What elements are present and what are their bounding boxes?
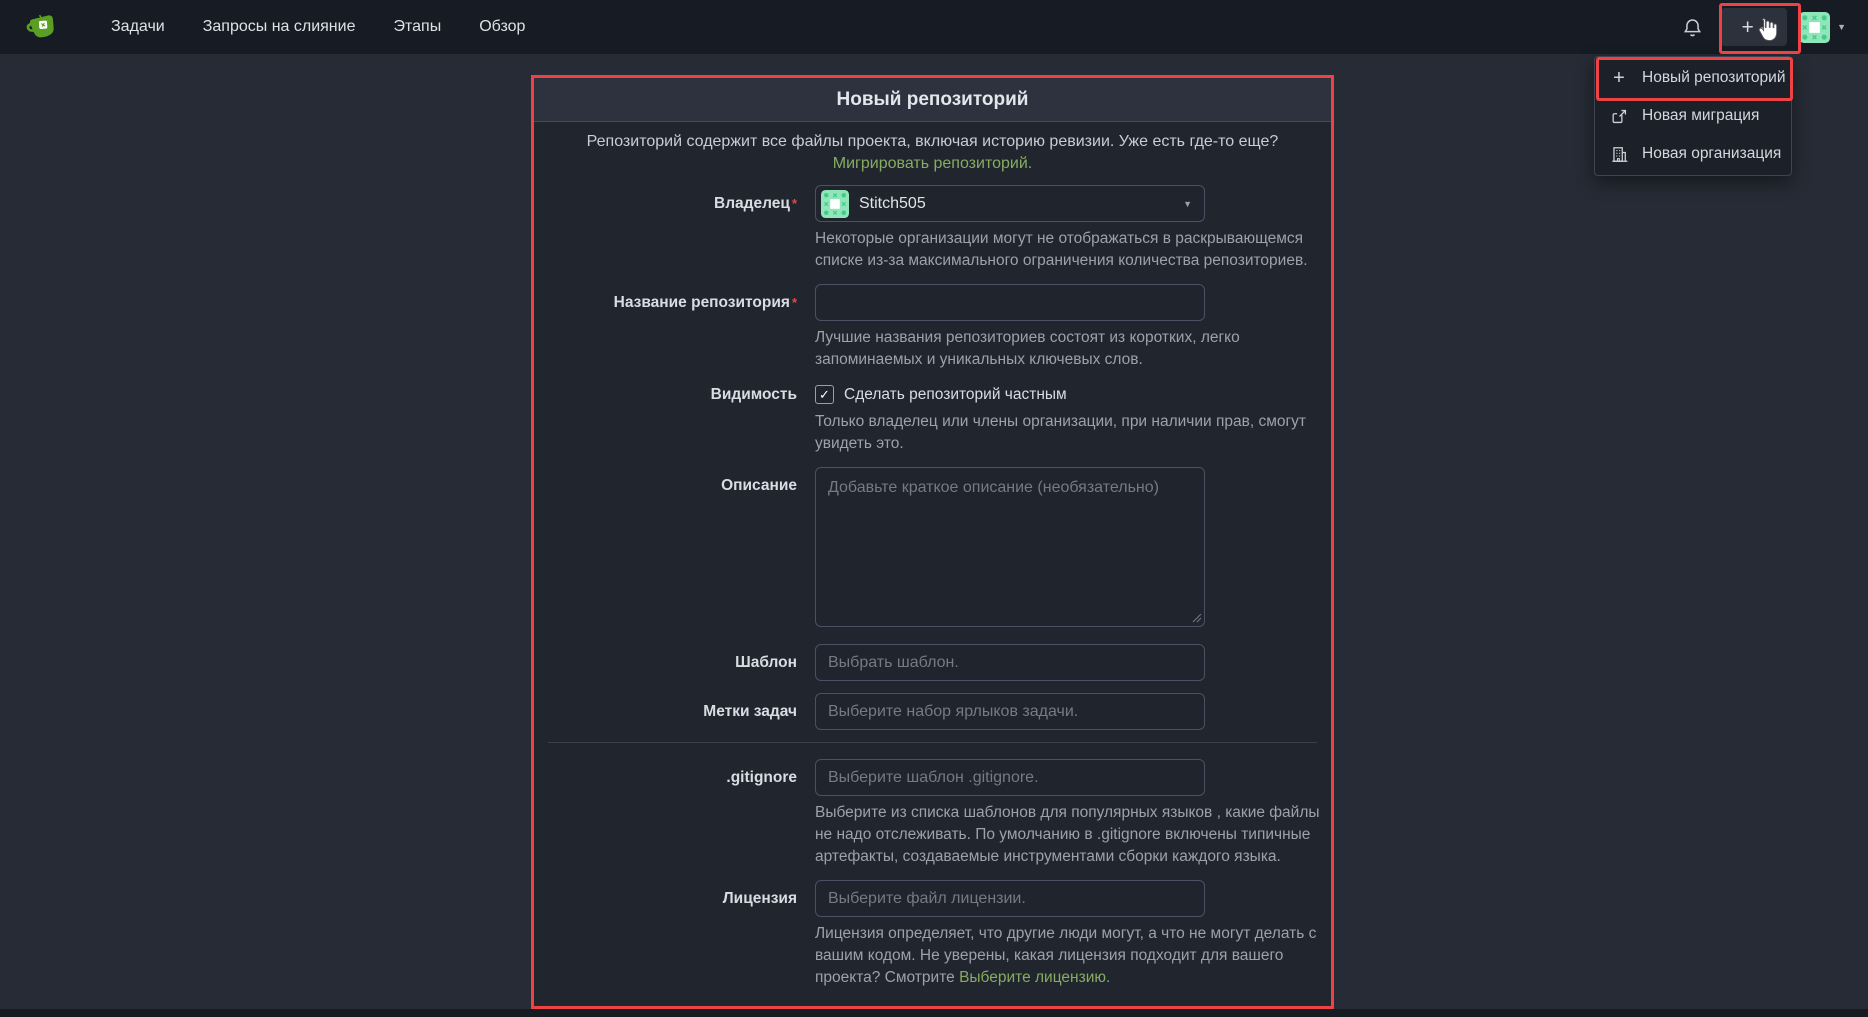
- nav-item-pull-requests[interactable]: Запросы на слияние: [184, 0, 375, 54]
- owner-select[interactable]: Stitch505 ▼: [815, 185, 1205, 222]
- section-divider: [548, 742, 1317, 743]
- owner-avatar: [821, 190, 849, 218]
- owner-help: Некоторые организации могут не отображат…: [815, 228, 1323, 272]
- form-row-license: Лицензия Лицензия определяет, что другие…: [534, 880, 1331, 989]
- chevron-down-icon: ▼: [1183, 199, 1192, 209]
- gitignore-help: Выберите из списка шаблонов для популярн…: [815, 802, 1323, 868]
- description-label: Описание: [534, 467, 815, 632]
- create-new-button[interactable]: + ▼: [1721, 8, 1787, 46]
- gitignore-input[interactable]: [815, 759, 1205, 796]
- issue-labels-input[interactable]: [815, 693, 1205, 730]
- navbar-right: + ▼ ▼: [1681, 0, 1846, 54]
- navbar: Задачи Запросы на слияние Этапы Обзор + …: [0, 0, 1868, 54]
- form-row-repo-name: Название репозитория* Лучшие названия ре…: [534, 284, 1331, 371]
- form-row-visibility: Видимость ✓ Сделать репозиторий частным …: [534, 383, 1331, 455]
- new-repository-form: Новый репозиторий Репозиторий содержит в…: [531, 75, 1334, 1009]
- license-input[interactable]: [815, 880, 1205, 917]
- repo-name-label: Название репозитория*: [534, 284, 815, 371]
- owner-value: Stitch505: [859, 195, 1183, 213]
- private-checkbox[interactable]: ✓: [815, 385, 834, 404]
- migrate-icon: [1609, 107, 1629, 126]
- required-asterisk: *: [792, 295, 797, 310]
- nav-item-milestones[interactable]: Этапы: [374, 0, 460, 54]
- menu-item-label: Новая организация: [1642, 145, 1781, 163]
- gitignore-label: .gitignore: [534, 759, 815, 868]
- choose-license-link[interactable]: Выберите лицензию.: [959, 969, 1110, 986]
- user-avatar[interactable]: [1799, 12, 1830, 43]
- license-label: Лицензия: [534, 880, 815, 989]
- identicon: [1799, 12, 1830, 43]
- repo-name-input[interactable]: [815, 284, 1205, 321]
- intro-text: Репозиторий содержит все файлы проекта, …: [587, 133, 1279, 150]
- nav-links: Задачи Запросы на слияние Этапы Обзор: [92, 0, 544, 54]
- viewport-bottom-strip: [0, 1009, 1868, 1017]
- template-input[interactable]: [815, 644, 1205, 681]
- issue-labels-label: Метки задач: [534, 693, 815, 730]
- gitea-logo[interactable]: [24, 10, 58, 44]
- menu-item-label: Новый репозиторий: [1642, 69, 1785, 87]
- form-title: Новый репозиторий: [534, 78, 1331, 122]
- repo-name-help: Лучшие названия репозиториев состоят из …: [815, 327, 1323, 371]
- required-asterisk: *: [792, 196, 797, 211]
- notifications-bell-icon[interactable]: [1681, 15, 1705, 39]
- template-label: Шаблон: [534, 644, 815, 681]
- nav-item-explore[interactable]: Обзор: [460, 0, 544, 54]
- plus-icon: +: [1741, 17, 1753, 38]
- private-checkbox-label[interactable]: Сделать репозиторий частным: [844, 386, 1067, 404]
- plus-icon: +: [1609, 68, 1629, 88]
- form-row-owner: Владелец* Stitch505 ▼: [534, 185, 1331, 272]
- form-row-gitignore: .gitignore Выберите из списка шаблонов д…: [534, 759, 1331, 868]
- license-help: Лицензия определяет, что другие люди мог…: [815, 923, 1323, 989]
- form-intro: Репозиторий содержит все файлы проекта, …: [534, 122, 1331, 185]
- gitea-logo-icon: [24, 10, 58, 44]
- menu-item-new-organization[interactable]: Новая организация: [1595, 135, 1791, 173]
- menu-item-new-repository[interactable]: + Новый репозиторий: [1595, 59, 1791, 97]
- chevron-down-icon: ▼: [1759, 25, 1767, 34]
- form-row-template: Шаблон: [534, 644, 1331, 681]
- nav-item-issues[interactable]: Задачи: [92, 0, 184, 54]
- visibility-label: Видимость: [534, 383, 815, 455]
- create-new-dropdown-menu: + Новый репозиторий Новая миграция Новая…: [1594, 56, 1792, 176]
- form-row-description: Описание: [534, 467, 1331, 632]
- organization-icon: [1609, 145, 1629, 164]
- menu-item-new-migration[interactable]: Новая миграция: [1595, 97, 1791, 135]
- visibility-help: Только владелец или члены организации, п…: [815, 411, 1323, 455]
- owner-label: Владелец*: [534, 185, 815, 272]
- form-row-issue-labels: Метки задач: [534, 693, 1331, 730]
- check-icon: ✓: [819, 388, 830, 401]
- migrate-repository-link[interactable]: Мигрировать репозиторий.: [833, 155, 1032, 172]
- menu-item-label: Новая миграция: [1642, 107, 1759, 125]
- description-textarea[interactable]: [815, 467, 1205, 627]
- user-menu-caret-icon[interactable]: ▼: [1837, 22, 1846, 32]
